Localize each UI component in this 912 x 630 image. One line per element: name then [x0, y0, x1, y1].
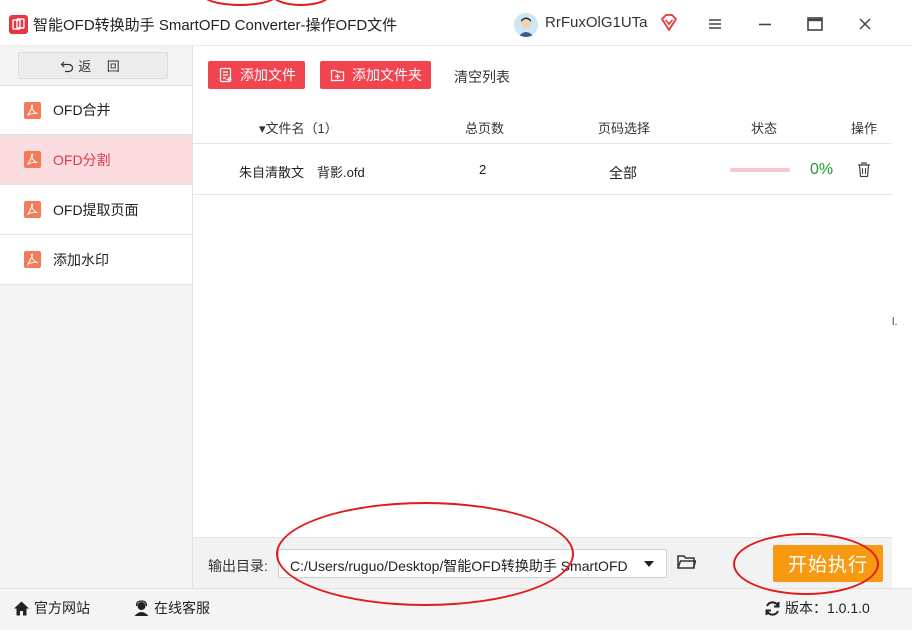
window-title: 智能OFD转换助手 SmartOFD Converter-操作OFD文件 — [33, 17, 398, 34]
username[interactable]: RrFuxOlG1UTa — [545, 14, 648, 31]
sidebar-item-ofd-split[interactable]: OFD分割 — [0, 135, 192, 185]
customer-service-icon — [134, 599, 149, 616]
maximize-icon[interactable] — [803, 12, 827, 36]
output-bar: 输出目录: C:/Users/ruguo/Desktop/智能OFD转换助手 S… — [193, 537, 892, 588]
table-row: 朱自清散文 背影.ofd 2 全部 0% — [193, 145, 892, 195]
back-label: 返 回 — [78, 59, 126, 74]
clear-list-button[interactable]: 清空列表 — [454, 67, 510, 87]
add-file-label: 添加文件 — [240, 67, 296, 83]
sidebar-item-label: OFD分割 — [53, 151, 111, 168]
sidebar-nav: OFD合并 OFD分割 OFD提取页面 添加水印 — [0, 85, 192, 285]
sidebar-item-ofd-merge[interactable]: OFD合并 — [0, 85, 192, 135]
trash-icon[interactable] — [856, 161, 872, 178]
output-dir-select[interactable]: C:/Users/ruguo/Desktop/智能OFD转换助手 SmartOF… — [278, 549, 667, 578]
chevron-down-icon — [644, 561, 654, 567]
version-label: 版本：1.0.1.0 — [785, 600, 870, 616]
add-folder-icon — [330, 69, 345, 82]
sidebar-item-add-watermark[interactable]: 添加水印 — [0, 235, 192, 285]
sidebar: 返 回 OFD合并 OFD分割 OFD提取页面 添加水印 — [0, 46, 193, 588]
add-folder-label: 添加文件夹 — [352, 67, 422, 83]
page-count-cell: 2 — [479, 162, 487, 177]
column-header-page-range: 页码选择 — [598, 121, 651, 136]
add-file-icon — [219, 67, 232, 83]
progress-bar — [730, 168, 790, 172]
page-range-select[interactable]: 全部 — [609, 163, 637, 183]
status-bar: 官方网站 在线客服 版本：1.0.1.0 — [0, 588, 912, 630]
output-dir-label: 输出目录: — [208, 558, 268, 574]
sidebar-item-label: OFD提取页面 — [53, 201, 139, 218]
file-name-cell: 朱自清散文 背影.ofd — [239, 165, 365, 180]
user-avatar[interactable] — [514, 13, 538, 37]
menu-icon[interactable] — [703, 12, 727, 36]
column-header-action: 操作 — [851, 121, 878, 136]
pdf-icon — [24, 101, 41, 119]
home-icon — [14, 601, 29, 615]
online-service-label: 在线客服 — [154, 600, 210, 616]
column-header-status: 状态 — [751, 121, 778, 136]
official-site-label: 官方网站 — [34, 600, 90, 616]
back-button[interactable]: 返 回 — [18, 52, 168, 79]
official-site-link[interactable]: 官方网站 — [13, 598, 90, 618]
output-dir-path: C:/Users/ruguo/Desktop/智能OFD转换助手 SmartOF… — [290, 558, 630, 574]
progress-percent: 0% — [810, 161, 834, 178]
vip-diamond-icon[interactable] — [659, 13, 679, 33]
online-service-link[interactable]: 在线客服 — [133, 598, 210, 618]
table-header: ▾文件名（1） 总页数 页码选择 状态 操作 — [193, 108, 892, 144]
stray-mark: l. — [892, 316, 898, 328]
start-button[interactable]: 开始执行 — [773, 545, 883, 582]
column-header-pages: 总页数 — [465, 121, 505, 136]
close-icon[interactable] — [853, 12, 877, 36]
version-info[interactable]: 版本：1.0.1.0 — [764, 598, 870, 618]
sidebar-item-label: 添加水印 — [53, 251, 109, 268]
sidebar-item-ofd-extract-pages[interactable]: OFD提取页面 — [0, 185, 192, 235]
app-logo-icon — [9, 15, 28, 34]
add-file-button[interactable]: 添加文件 — [208, 61, 305, 89]
add-folder-button[interactable]: 添加文件夹 — [320, 61, 431, 89]
refresh-icon — [765, 600, 780, 616]
column-header-filename[interactable]: ▾文件名（1） — [259, 118, 338, 137]
minimize-icon[interactable] — [753, 12, 777, 36]
pdf-icon — [24, 251, 41, 268]
pdf-icon — [24, 151, 41, 168]
back-arrow-icon — [60, 61, 74, 72]
title-bar: 智能OFD转换助手 SmartOFD Converter-操作OFD文件 RrF… — [0, 0, 912, 46]
pdf-icon — [24, 201, 41, 218]
folder-icon[interactable] — [677, 554, 697, 570]
sidebar-item-label: OFD合并 — [53, 102, 111, 118]
